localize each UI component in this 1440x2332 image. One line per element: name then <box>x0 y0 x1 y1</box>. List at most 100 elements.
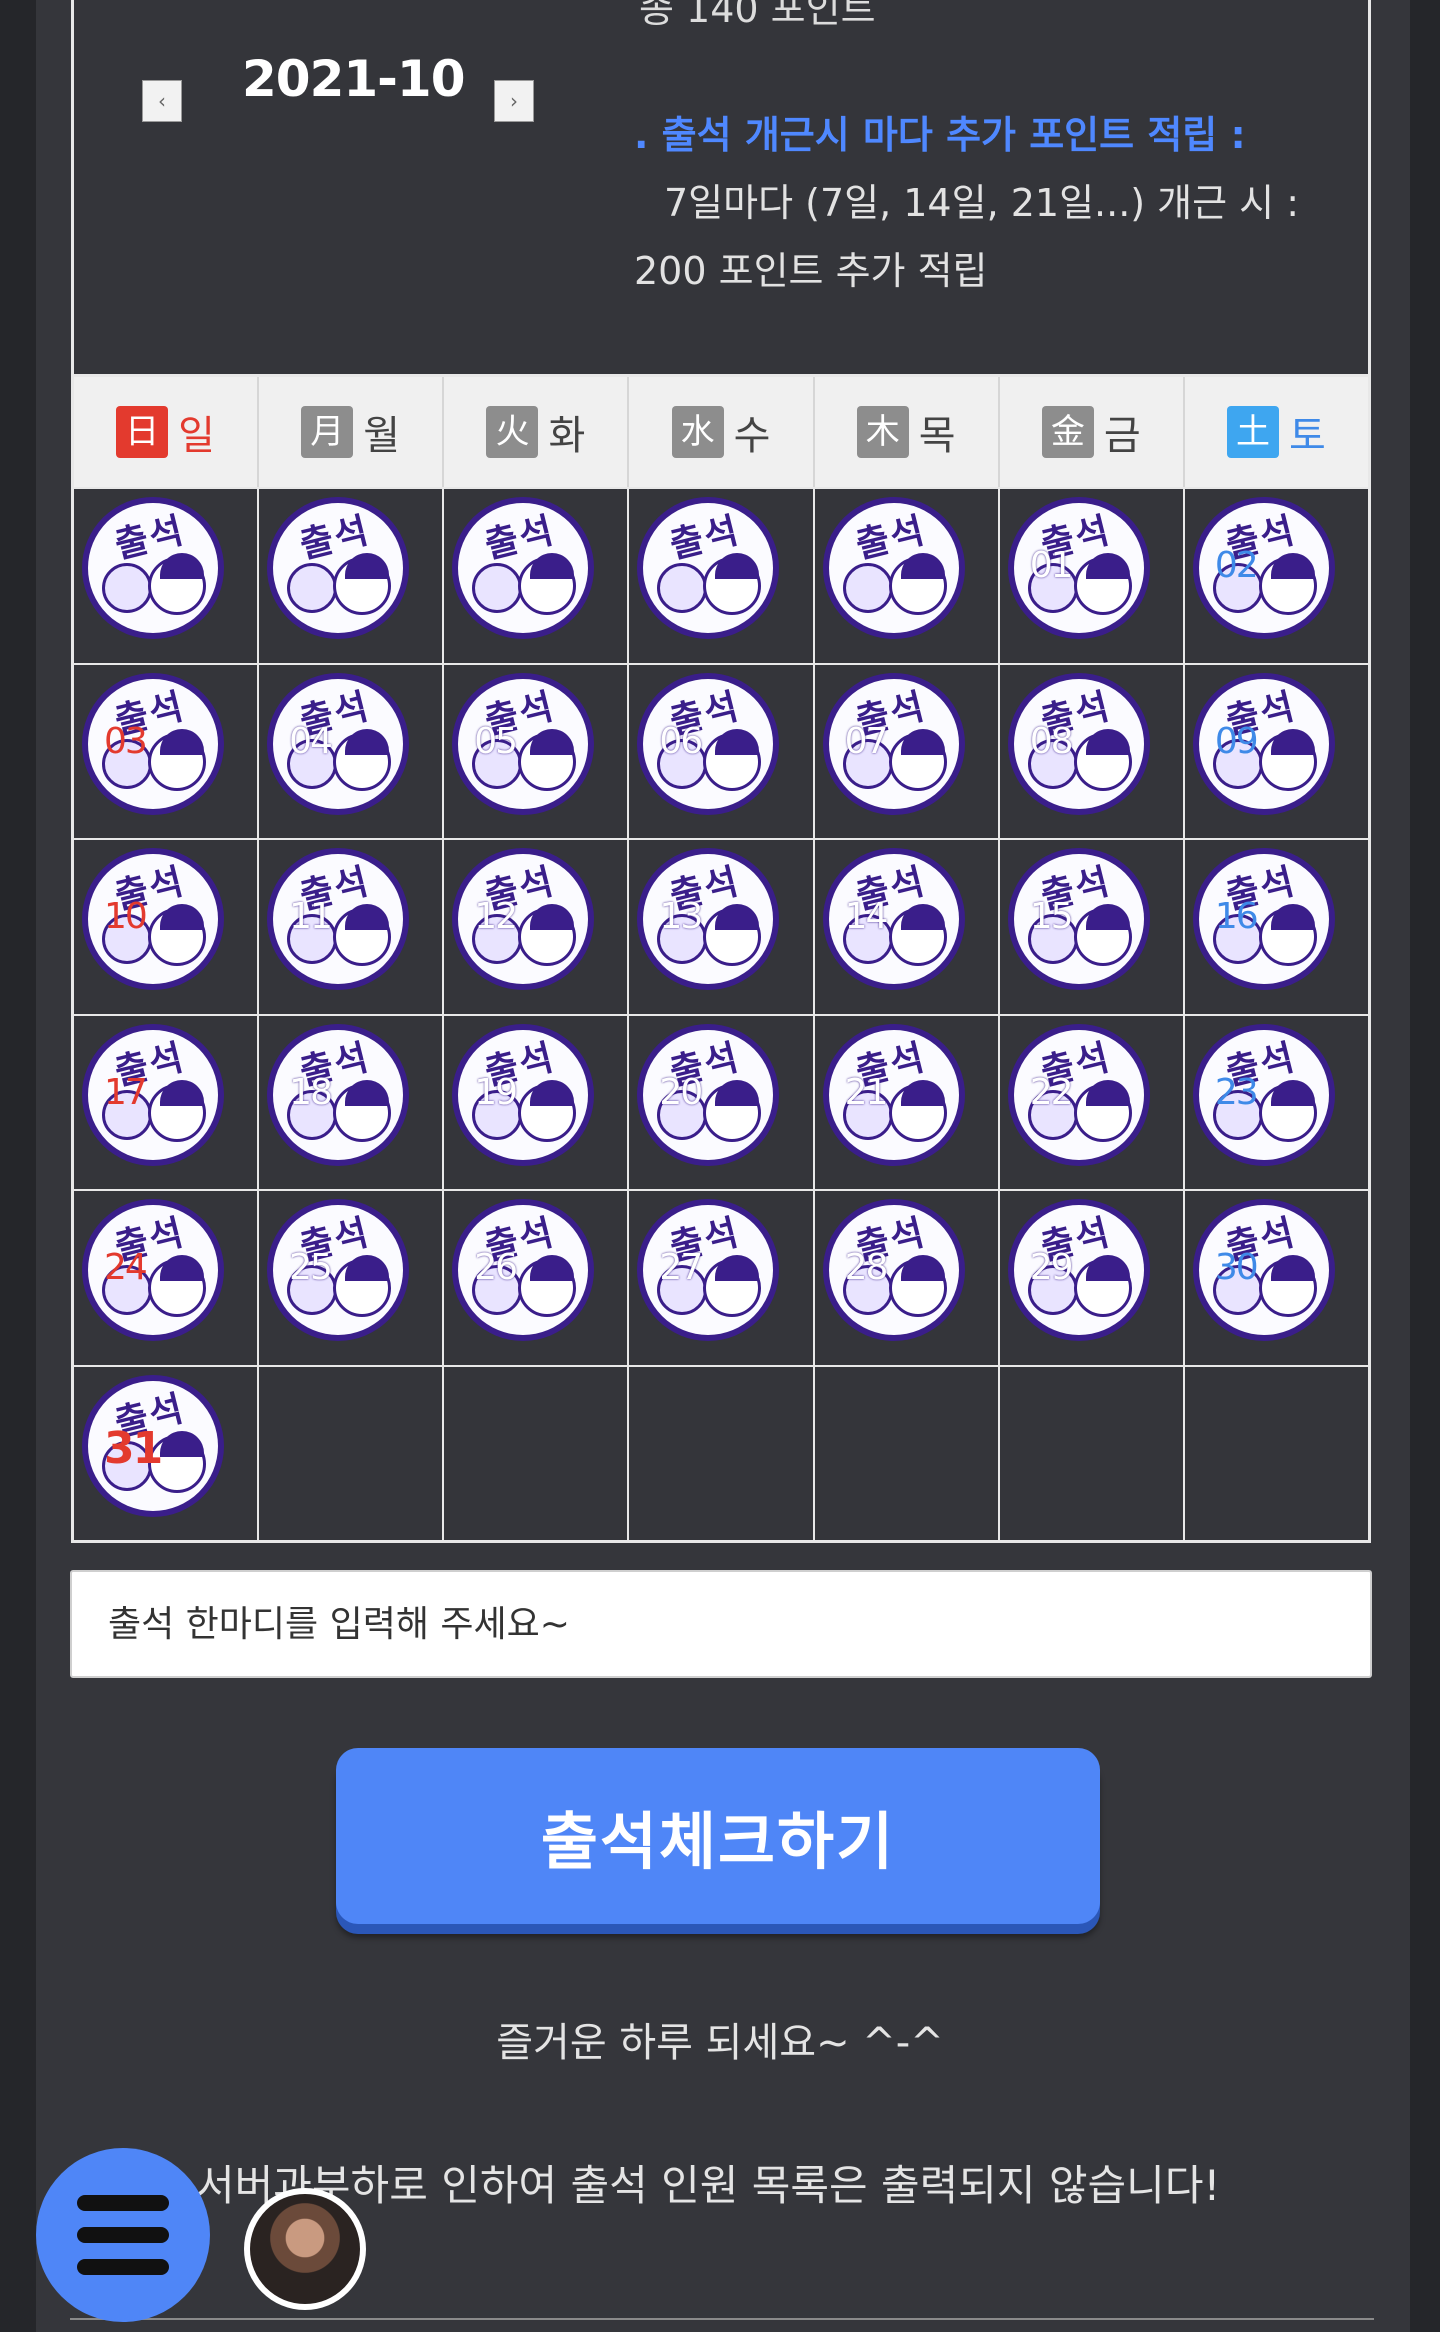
menu-button[interactable] <box>36 2148 210 2322</box>
hamburger-icon-bar <box>77 2227 169 2243</box>
calendar-day-cell: 출석 20 <box>629 1015 815 1189</box>
day-number: 06 <box>659 720 703 762</box>
day-number: 29 <box>1029 1247 1074 1288</box>
chevron-left-icon: ‹ <box>158 89 166 113</box>
day-number: 05 <box>474 720 518 762</box>
calendar-week-row: 출석 17 출석 18 출석 19 출석 20 출석 21 출석 22 출석 23 <box>74 1013 1368 1189</box>
attendance-comment-input[interactable] <box>70 1570 1372 1678</box>
calendar-day-cell: 출석 11 <box>259 840 445 1014</box>
weekday-header-cell: 金금 <box>1000 377 1185 487</box>
calendar-day-cell: 출석 27 <box>629 1191 815 1365</box>
weekday-name: 화 <box>548 413 586 459</box>
calendar-day-cell: 출석 <box>814 489 1000 663</box>
calendar-week-row: 출석 10 출석 11 출석 12 출석 13 출석 14 출석 15 출석 16 <box>74 838 1368 1014</box>
page-right-edge <box>1410 0 1440 2332</box>
calendar-day-cell: 출석 04 <box>259 664 445 838</box>
day-number: 14 <box>844 896 889 937</box>
weekday-hanja-icon: 火 <box>486 406 539 458</box>
day-number: 01 <box>1029 545 1074 586</box>
calendar-day-cell: 출석 14 <box>814 840 1000 1014</box>
day-number: 07 <box>844 720 889 762</box>
weekday-name: 토 <box>1289 413 1326 459</box>
attendance-stamp-icon: 출석 <box>82 497 224 639</box>
day-number: 24 <box>104 1247 148 1288</box>
calendar-day-cell: 출석 15 <box>999 840 1185 1014</box>
prev-month-button[interactable]: ‹ <box>142 80 182 122</box>
weekday-header-cell: 日일 <box>74 377 260 487</box>
bonus-info-line1: 7일마다 (7일, 14일, 21일...) 개근 시 : <box>664 181 1300 225</box>
day-number: 15 <box>1029 896 1074 937</box>
calendar-week-row: 출석 출석 출석 출석 출석 출석 01 출석 02 <box>74 487 1368 663</box>
weekday-header-cell: 火화 <box>444 377 630 487</box>
day-number: 04 <box>289 720 333 762</box>
calendar-day-cell: 출석 18 <box>259 1015 445 1189</box>
day-number: 22 <box>1029 1071 1074 1113</box>
calendar-day-cell: 출석 13 <box>629 840 815 1014</box>
attendance-stamp-icon: 출석 <box>637 497 780 639</box>
calendar-week-row: 출석 31 <box>74 1364 1368 1540</box>
calendar-day-cell: 출석 25 <box>259 1191 445 1365</box>
page-left-edge <box>0 0 36 2332</box>
stamp-character-icon <box>102 563 152 613</box>
day-number: 16 <box>1214 896 1259 937</box>
weekday-header-cell: 木목 <box>815 377 1000 487</box>
weekday-header-cell: 土토 <box>1185 377 1368 487</box>
calendar-day-cell <box>629 1366 815 1540</box>
day-number: 30 <box>1214 1247 1259 1288</box>
stamp-face: 출석 <box>643 503 774 633</box>
calendar-day-cell: 출석 17 <box>74 1015 260 1189</box>
next-month-button[interactable]: › <box>494 80 534 122</box>
attendance-header-panel: 종 140 포인트 ‹ 2021-10 › . 출석 개근시 마다 추가 포인트… <box>71 0 1371 374</box>
greeting-text: 즐거운 하루 되세요~ ^-^ <box>496 2020 944 2066</box>
calendar-day-cell: 출석 08 <box>999 664 1185 838</box>
calendar-weekday-header: 日일月월火화水수木목金금土토 <box>74 377 1368 487</box>
day-number: 20 <box>659 1071 703 1113</box>
weekday-hanja-icon: 金 <box>1041 406 1094 458</box>
weekday-hanja-icon: 木 <box>856 406 909 458</box>
month-navigation: ‹ 2021-10 › <box>142 46 542 126</box>
chevron-right-icon: › <box>510 89 518 113</box>
attendance-check-button[interactable]: 출석체크하기 <box>336 1748 1100 1924</box>
hamburger-icon-bar <box>77 2195 169 2211</box>
cut-off-text: 종 140 포인트 <box>639 0 876 31</box>
day-number: 27 <box>659 1247 703 1288</box>
day-number: 19 <box>474 1071 518 1113</box>
day-number: 08 <box>1029 720 1074 762</box>
day-number: 11 <box>289 896 333 937</box>
calendar-day-cell <box>1184 1366 1368 1540</box>
weekday-hanja-icon: 月 <box>301 406 354 458</box>
server-notice: 서버과부하로 인하여 출석 인원 목록은 출력되지 않습니다! <box>196 2161 1221 2210</box>
calendar-day-cell <box>259 1366 445 1540</box>
calendar-day-cell: 출석 02 <box>1184 489 1368 663</box>
bonus-info-title: . 출석 개근시 마다 추가 포인트 적립 : <box>634 113 1246 157</box>
weekday-hanja-icon: 土 <box>1227 406 1279 458</box>
calendar-day-cell: 출석 12 <box>444 840 630 1014</box>
calendar-day-cell: 출석 01 <box>999 489 1185 663</box>
bottom-divider <box>70 2318 1374 2320</box>
weekday-name: 목 <box>918 413 956 459</box>
day-number: 03 <box>104 720 148 762</box>
weekday-name: 수 <box>733 413 771 459</box>
stamp-character-icon <box>657 563 708 613</box>
day-number: 17 <box>104 1071 148 1113</box>
weekday-hanja-icon: 日 <box>116 406 169 458</box>
weekday-header-cell: 水수 <box>629 377 815 487</box>
stamp-character-icon <box>842 563 893 613</box>
day-number: 13 <box>659 896 703 937</box>
calendar-day-cell: 출석 21 <box>814 1015 1000 1189</box>
day-number: 31 <box>104 1422 163 1474</box>
calendar-week-row: 출석 03 출석 04 출석 05 출석 06 출석 07 출석 08 출석 09 <box>74 662 1368 838</box>
calendar-day-cell: 출석 22 <box>999 1015 1185 1189</box>
user-avatar[interactable] <box>244 2188 366 2310</box>
current-month: 2021-10 <box>242 50 465 108</box>
calendar-day-cell: 출석 10 <box>74 840 260 1014</box>
calendar-body: 출석 출석 출석 출석 출석 출석 01 출석 02 출석 03 출석 04 출석 05 출석 06 출석 07 출석… <box>74 487 1368 1540</box>
day-number: 09 <box>1214 720 1259 762</box>
calendar-day-cell <box>814 1366 1000 1540</box>
calendar-day-cell <box>444 1366 630 1540</box>
weekday-name: 금 <box>1103 413 1141 459</box>
day-number: 10 <box>104 896 148 937</box>
stamp-face: 출석 <box>88 503 218 633</box>
calendar-day-cell: 출석 30 <box>1184 1191 1368 1365</box>
stamp-character-icon <box>287 563 338 613</box>
